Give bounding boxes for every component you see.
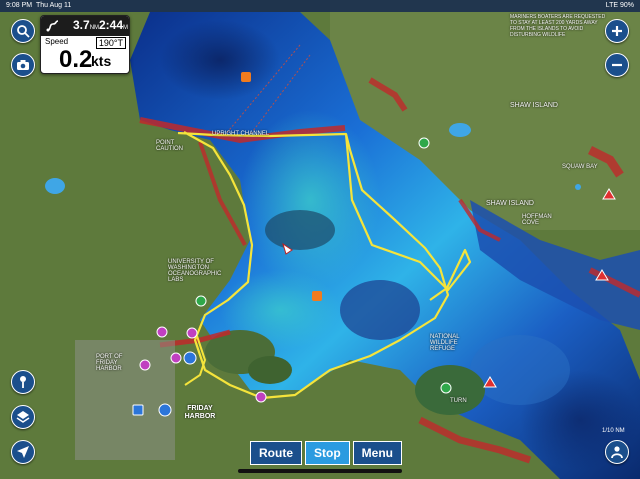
map-label-point-caution: POINT CAUTION	[156, 140, 183, 152]
anchorage-marker[interactable]	[440, 382, 452, 394]
map-label-friday-harbor: FRIDAY HARBOR	[184, 405, 216, 420]
map-label-turn-island: TURN	[450, 398, 467, 404]
map-label-port-friday-harbor: PORT OF FRIDAY HARBOR	[96, 354, 123, 372]
route-button[interactable]: Route	[250, 441, 302, 465]
status-date: Thu Aug 11	[35, 2, 72, 9]
map-label-shaw-island-2: SHAW ISLAND	[486, 200, 534, 207]
user-icon	[611, 446, 623, 459]
speed-unit: kts	[91, 53, 112, 69]
bottom-toolbar: Route Stop Menu	[250, 441, 403, 465]
stop-button[interactable]: Stop	[305, 441, 350, 465]
layers-icon	[16, 411, 30, 423]
search-button[interactable]	[11, 19, 35, 43]
status-bar: 9:08 PM Thu Aug 11 LTE 90%	[0, 0, 640, 12]
status-time: 9:08 PM	[6, 2, 33, 9]
map-label-hoffman-cove: HOFFMAN COVE	[522, 214, 552, 226]
signal-indicator: LTE	[605, 2, 619, 9]
map-scale: 1/10 NM	[602, 428, 625, 434]
map-label-shaw-island: SHAW ISLAND	[510, 102, 558, 109]
map-notice-text: MARINERS BOATERS ARE REQUESTED TO STAY A…	[510, 14, 606, 38]
distance-value: 3.7	[73, 18, 90, 32]
marina-marker[interactable]	[241, 72, 251, 82]
layers-button[interactable]	[11, 405, 35, 429]
search-icon	[17, 25, 30, 38]
navigation-info-panel[interactable]: 3.7NM 2:44M Speed 190°T 0.2 kts	[40, 15, 130, 74]
map-label-squaw-bay: SQUAW BAY	[562, 164, 598, 170]
speed-value: 0.2	[59, 46, 93, 73]
zoom-in-button[interactable]	[605, 19, 629, 43]
boat-ramp-marker[interactable]	[132, 404, 144, 416]
eta-value: 2:44	[99, 18, 124, 32]
pin-button[interactable]	[11, 370, 35, 394]
map-label-upright-channel: UPRIGHT CHANNEL	[212, 131, 270, 137]
eta-unit: M	[123, 25, 129, 31]
anchorage-marker[interactable]	[195, 295, 207, 307]
battery-indicator: 90%	[619, 2, 634, 9]
route-summary-row: 3.7NM 2:44M	[41, 16, 129, 36]
heading-value: 190°T	[95, 37, 126, 49]
camera-icon	[17, 60, 29, 70]
location-arrow-icon	[17, 446, 29, 458]
fuel-marker[interactable]	[158, 403, 172, 417]
home-indicator[interactable]	[238, 469, 402, 473]
minus-icon	[612, 63, 622, 67]
menu-button[interactable]: Menu	[352, 441, 403, 465]
gps-button[interactable]	[11, 440, 35, 464]
map-label-university-lab: UNIVERSITY OF WASHINGTON OCEANOGRAPHIC L…	[168, 259, 222, 283]
distance-unit: NM	[89, 25, 100, 31]
marina-marker[interactable]	[312, 291, 322, 301]
speed-label: Speed	[45, 37, 69, 46]
pin-icon	[20, 376, 26, 388]
account-button[interactable]	[605, 440, 629, 464]
route-icon	[46, 20, 59, 32]
map-label-national-wildlife-refuge: NATIONAL WILDLIFE REFUGE	[430, 334, 460, 352]
zoom-out-button[interactable]	[605, 53, 629, 77]
camera-button[interactable]	[11, 53, 35, 77]
plus-icon	[612, 26, 622, 36]
anchorage-marker[interactable]	[418, 137, 430, 149]
